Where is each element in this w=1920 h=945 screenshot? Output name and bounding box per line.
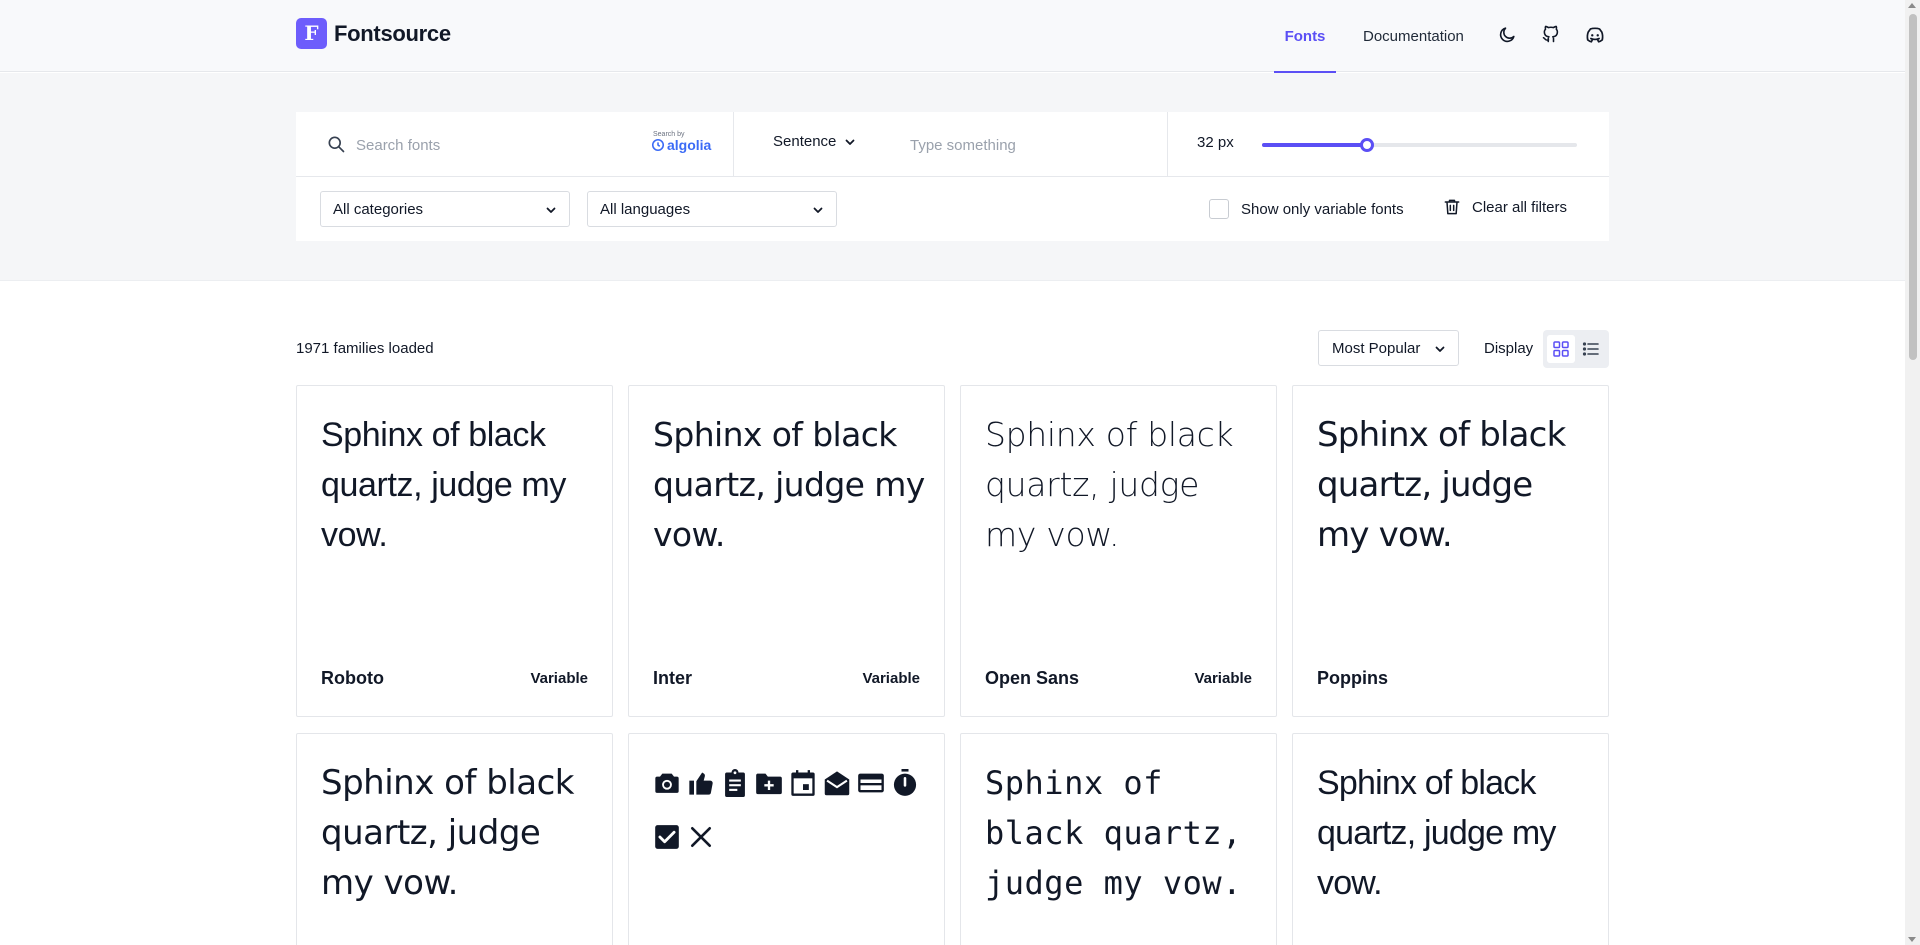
- variable-fonts-toggle[interactable]: Show only variable fonts: [1209, 199, 1404, 219]
- slider-thumb[interactable]: [1359, 138, 1374, 152]
- filter-row-bottom: All categories All languages Show only v…: [296, 177, 1609, 241]
- font-name: Poppins: [1317, 668, 1388, 688]
- filter-row-top: Search by algolia Sentence 32 px: [296, 112, 1609, 177]
- font-card[interactable]: Sphinx of black quartz, judge my vow.: [960, 733, 1277, 945]
- font-card[interactable]: Sphinx of black quartz, judge my vow.: [296, 733, 613, 945]
- font-preview-text: Sphinx of black quartz, judge my vow.: [321, 416, 566, 554]
- chevron-down-icon: [813, 207, 823, 213]
- chevron-down-icon: [546, 207, 556, 213]
- scroll-down-arrow-icon[interactable]: [1908, 937, 1916, 942]
- algolia-badge[interactable]: Search by algolia: [651, 131, 711, 152]
- folder-add-icon: [755, 758, 783, 808]
- timer-icon: [891, 758, 919, 808]
- preview-segment: Sentence: [734, 112, 1168, 177]
- font-card[interactable]: Sphinx of black quartz, judge my vow.: [1292, 733, 1609, 945]
- grid-view-button[interactable]: [1547, 335, 1575, 363]
- category-select[interactable]: All categories: [320, 191, 570, 227]
- filter-panel: Search by algolia Sentence 32 px: [296, 112, 1609, 241]
- preview-text-input[interactable]: [910, 133, 1150, 157]
- logo-text: Fontsource: [334, 20, 451, 46]
- font-name: Inter: [653, 668, 693, 688]
- icon-font-preview: [653, 758, 925, 862]
- font-name: Roboto: [321, 668, 384, 688]
- check-box-icon: [653, 812, 681, 862]
- moon-icon[interactable]: [1495, 22, 1519, 46]
- nav-documentation-link[interactable]: Documentation: [1363, 0, 1464, 72]
- variable-badge: Variable: [1194, 670, 1252, 687]
- variable-badge: Variable: [530, 670, 588, 687]
- clear-filters-button[interactable]: Clear all filters: [1442, 197, 1567, 217]
- font-card[interactable]: Sphinx of black quartz, judge my vow. Po…: [1292, 385, 1609, 717]
- logo-link[interactable]: F Fontsource: [296, 18, 451, 49]
- page-scrollbar[interactable]: [1905, 0, 1920, 945]
- size-segment: 32 px: [1168, 112, 1609, 177]
- sort-select-value: Most Popular: [1332, 339, 1421, 357]
- search-input[interactable]: [356, 133, 626, 157]
- clear-filters-label: Clear all filters: [1472, 198, 1568, 216]
- open-mail-icon: [823, 758, 851, 808]
- top-navbar: F Fontsource Fonts Documentation: [0, 0, 1905, 73]
- chevron-down-icon: [1435, 346, 1445, 352]
- results-toolbar: 1971 families loaded Most Popular Displa…: [296, 330, 1609, 368]
- display-label: Display: [1484, 340, 1534, 357]
- variable-badge: Variable: [862, 670, 920, 687]
- category-select-value: All categories: [333, 200, 424, 218]
- font-size-slider[interactable]: [1262, 138, 1577, 152]
- preview-mode-select[interactable]: Sentence: [773, 133, 856, 150]
- variable-fonts-label: Show only variable fonts: [1241, 200, 1404, 218]
- font-name: Open Sans: [985, 668, 1080, 688]
- font-size-label: 32 px: [1197, 134, 1234, 151]
- calendar-icon: [789, 758, 817, 808]
- clipboard-icon: [721, 758, 749, 808]
- font-card[interactable]: Sphinx of black quartz, judge my vow. Ro…: [296, 385, 613, 717]
- font-preview-text: Sphinx of black quartz, judge my vow.: [653, 415, 925, 554]
- algolia-logo: algolia: [651, 138, 711, 152]
- sort-select[interactable]: Most Popular: [1318, 330, 1459, 366]
- icon-preview-row: [653, 758, 925, 862]
- font-preview-text: Sphinx of black quartz, judge my vow.: [321, 763, 574, 903]
- font-card[interactable]: Sphinx of black quartz, judge my vow. Op…: [960, 385, 1277, 717]
- credit-card-icon: [857, 758, 885, 808]
- close-icon: [687, 812, 715, 862]
- chevron-down-icon: [845, 139, 855, 145]
- variable-fonts-checkbox[interactable]: [1209, 199, 1229, 219]
- families-count: 1971 families loaded: [296, 340, 434, 357]
- trash-icon: [1444, 199, 1460, 215]
- scroll-up-arrow-icon[interactable]: [1908, 3, 1916, 8]
- discord-icon[interactable]: [1583, 22, 1607, 46]
- font-preview-text: Sphinx of black quartz, judge my vow.: [1317, 764, 1556, 902]
- font-preview-text: Sphinx of black quartz, judge my vow.: [985, 764, 1242, 902]
- list-icon: [1582, 342, 1599, 356]
- nav-fonts-link[interactable]: Fonts: [1274, 0, 1336, 73]
- preview-mode-label: Sentence: [773, 133, 837, 150]
- algolia-icon: [651, 138, 665, 152]
- font-preview-text: Sphinx of black quartz, judge my vow.: [1317, 415, 1566, 555]
- slider-fill: [1262, 143, 1367, 147]
- github-icon[interactable]: [1539, 22, 1563, 46]
- grid-icon: [1553, 341, 1569, 357]
- page: F Fontsource Fonts Documentation Search …: [0, 0, 1920, 945]
- list-view-button[interactable]: [1577, 335, 1605, 363]
- font-card[interactable]: [628, 733, 945, 945]
- search-segment: Search by algolia: [296, 112, 734, 177]
- camera-icon: [653, 758, 681, 808]
- font-preview-text: Sphinx of black quartz, judge my vow.: [985, 415, 1234, 554]
- thumb-up-icon: [687, 758, 715, 808]
- search-icon: [326, 134, 346, 159]
- display-toggle: [1543, 330, 1609, 368]
- font-card[interactable]: Sphinx of black quartz, judge my vow. In…: [628, 385, 945, 717]
- language-select-value: All languages: [600, 200, 691, 218]
- scroll-thumb[interactable]: [1909, 14, 1917, 360]
- language-select[interactable]: All languages: [587, 191, 837, 227]
- algolia-wordmark: algolia: [667, 137, 712, 153]
- logo-icon: F: [296, 18, 327, 49]
